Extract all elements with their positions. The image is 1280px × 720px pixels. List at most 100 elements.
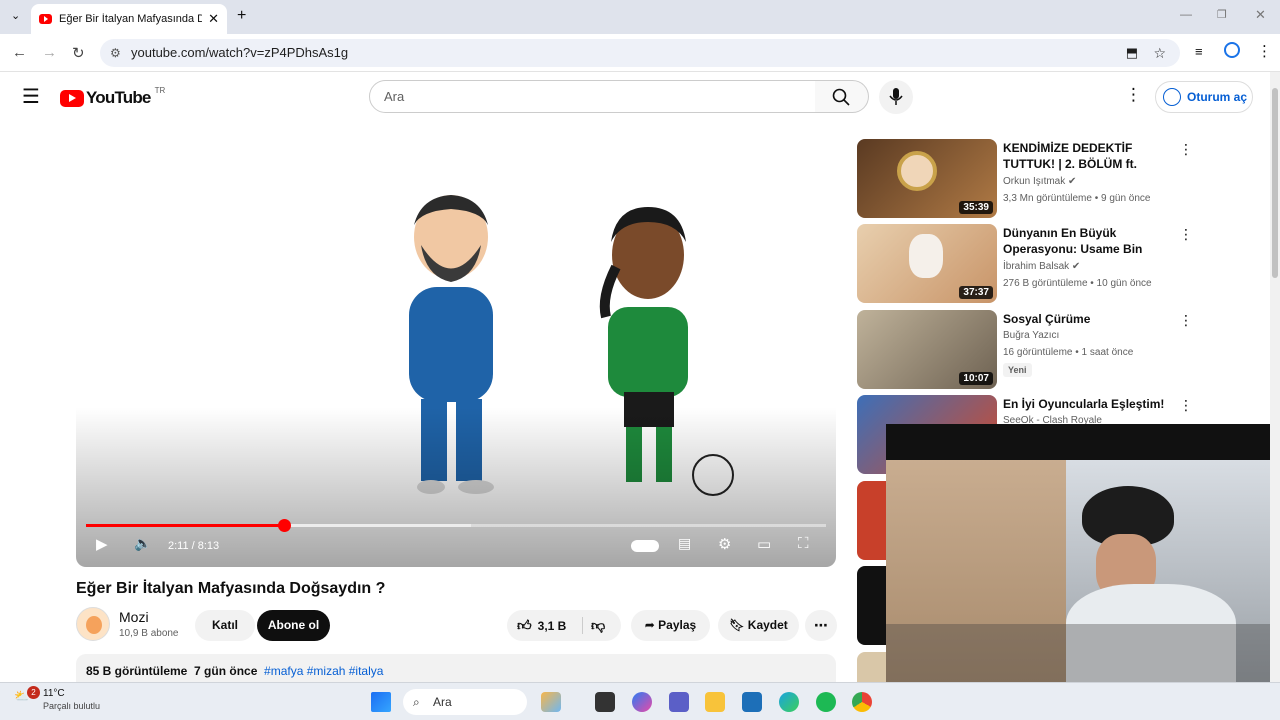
more-options-icon[interactable]: ⋮ [1179,312,1193,329]
progress-bar[interactable] [86,519,826,532]
file-explorer-icon[interactable] [705,692,725,712]
window-close-icon[interactable]: ✕ [1255,7,1266,23]
channel-avatar[interactable] [76,607,110,641]
duration-badge: 37:37 [959,286,993,299]
settings-more-icon[interactable]: ⋮ [1125,85,1142,105]
video-thumbnail[interactable]: 10:07 [857,310,997,389]
recommendation-title[interactable]: KENDİMİZE DEDEKTİF TUTTUK! | 2. BÖLÜM ft… [1003,140,1173,172]
avatar-face-icon [86,616,102,634]
search-button[interactable] [815,80,869,113]
webcam-overlay [886,424,1280,682]
new-tab-icon[interactable]: + [237,7,246,25]
thumbs-up-icon: 👍︎ [517,617,532,633]
like-button[interactable]: 👍︎ 3,1 B [517,610,566,642]
recommendation-title[interactable]: Sosyal Çürüme [1003,311,1173,327]
upload-date: 7 gün önce [194,664,258,678]
task-view-icon[interactable] [595,692,615,712]
maximize-icon[interactable]: ❐ [1217,8,1227,21]
tab-close-icon[interactable]: ✕ [208,11,219,27]
autoplay-toggle[interactable] [631,540,659,552]
browser-toolbar: ← → ↻ ⚙ youtube.com/watch?v=zP4PDhsAs1g … [0,34,1280,72]
more-options-icon[interactable]: ⋮ [1179,141,1193,158]
recommendation-channel[interactable]: Buğra Yazıcı [1003,330,1059,341]
store-icon[interactable] [742,692,762,712]
play-icon[interactable]: ▶ [96,535,108,553]
video-thumbnail[interactable]: 37:37 [857,224,997,303]
scrollbar-thumb[interactable] [1272,88,1278,278]
browser-tab-active[interactable]: Eğer Bir İtalyan Mafyasında Doğ ✕ [31,4,227,34]
hashtags[interactable]: #mafya #mizah #italya [264,664,383,678]
like-dislike-group: 👍︎ 3,1 B 👎︎ [507,610,621,641]
back-icon[interactable]: ← [12,44,27,61]
windows-start-icon[interactable] [371,692,391,712]
widgets-icon[interactable] [541,692,561,712]
video-player[interactable]: ▶ 🔈 2:11 / 8:13 ▤ ⚙ ▭ ⛶ [76,127,836,567]
youtube-play-logo-icon [60,89,84,107]
region-code: TR [154,85,166,95]
video-thumbnail[interactable]: 35:39 [857,139,997,218]
join-button[interactable]: Katıl [195,610,255,641]
more-options-icon[interactable]: ⋮ [1179,226,1193,243]
taskbar-search[interactable]: ⌕ Ara [403,689,527,715]
duration-badge: 10:07 [959,372,993,385]
fullscreen-icon[interactable]: ⛶ [798,535,809,552]
windows-taskbar: ⛅ 2 11°C Parçalı bulutlu ⌕ Ara [0,682,1280,720]
site-info-icon[interactable]: ⚙ [110,39,121,67]
tab-title: Eğer Bir İtalyan Mafyasında Doğ [59,13,203,25]
recommendation-item[interactable]: 35:39 KENDİMİZE DEDEKTİF TUTTUK! | 2. BÖ… [857,139,1193,219]
teams-icon[interactable] [669,692,689,712]
search-input[interactable]: Ara [369,80,816,113]
hamburger-menu-icon[interactable]: ☰ [22,84,40,109]
magnifier-icon [897,151,937,191]
recommendation-item[interactable]: 37:37 Dünyanın En Büyük Operasyonu: Usam… [857,224,1193,304]
voice-search-button[interactable] [879,80,913,114]
copilot-icon[interactable] [632,692,652,712]
url-text: youtube.com/watch?v=zP4PDhsAs1g [131,45,349,60]
channel-name-text: İbrahim Balsak [1003,261,1070,272]
logo-text: YouTube [86,88,151,107]
more-options-icon[interactable]: ⋮ [1179,397,1193,414]
settings-gear-icon[interactable]: ⚙ [718,535,731,553]
partial-thumbnail[interactable] [857,566,887,645]
address-bar[interactable]: ⚙ youtube.com/watch?v=zP4PDhsAs1g ⬒ ☆ [100,39,1180,67]
tab-search-icon[interactable]: ⌄ [11,9,20,22]
page-scrollbar[interactable] [1270,72,1280,682]
subtitles-icon[interactable]: ▤ [678,535,691,552]
save-button[interactable]: 🔖︎ Kaydet [718,610,799,641]
recommendation-meta: 3,3 Mn görüntüleme • 9 gün önce [1003,193,1151,204]
thumbs-down-icon[interactable]: 👎︎ [591,610,605,641]
sign-in-button[interactable]: Oturum aç [1155,81,1253,113]
forward-icon[interactable]: → [42,44,57,61]
notification-badge: 2 [27,686,40,699]
weather-temp[interactable]: 11°C [43,688,65,699]
share-label: Paylaş [658,618,697,632]
spotify-icon[interactable] [816,692,836,712]
volume-icon[interactable]: 🔈 [134,535,151,552]
recommendation-channel[interactable]: Orkun Işıtmak ✔ [1003,176,1076,187]
media-control-icon[interactable]: ≡ [1195,44,1203,59]
recommendation-channel[interactable]: İbrahim Balsak ✔ [1003,261,1080,272]
subscribe-button[interactable]: Abone ol [257,610,330,641]
youtube-logo[interactable]: YouTube TR [60,85,166,108]
theater-mode-icon[interactable]: ▭ [757,535,771,553]
minimize-icon[interactable]: — [1180,7,1192,21]
more-actions-icon[interactable]: ⋯ [805,610,837,641]
recommendation-title[interactable]: Dünyanın En Büyük Operasyonu: Usame Bin … [1003,225,1173,257]
bookmark-star-icon[interactable]: ☆ [1153,39,1166,67]
share-button[interactable]: ➦ Paylaş [631,610,710,641]
like-count: 3,1 B [537,619,567,633]
recommendation-meta: 16 görüntüleme • 1 saat önce [1003,347,1134,358]
chrome-icon[interactable] [852,692,872,712]
channel-name[interactable]: Mozi [119,609,149,625]
recommendation-title[interactable]: En İyi Oyuncularla Eşleştim! [1003,396,1173,412]
partial-thumbnail[interactable] [857,481,887,560]
install-app-icon[interactable]: ⬒ [1126,39,1138,67]
recommendation-item[interactable]: 10:07 Sosyal Çürüme Buğra Yazıcı 16 görü… [857,310,1193,390]
reload-icon[interactable]: ↻ [72,44,85,62]
edge-icon[interactable] [779,692,799,712]
browser-menu-icon[interactable]: ⋮ [1257,42,1272,60]
duration-badge: 35:39 [959,201,993,214]
profile-icon[interactable] [1224,42,1240,58]
view-count: 85 B görüntüleme [86,664,188,678]
partial-thumbnail[interactable] [857,652,887,682]
